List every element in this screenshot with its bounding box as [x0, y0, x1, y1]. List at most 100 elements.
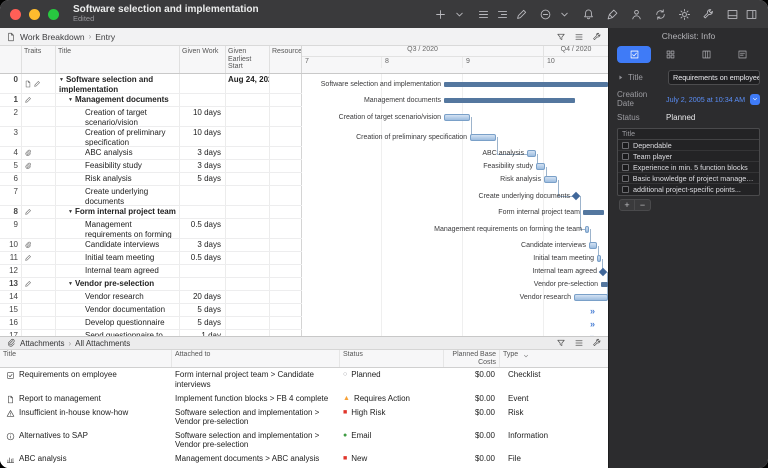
chevron-down-button[interactable]: [558, 8, 571, 21]
checkbox-unchecked[interactable]: [622, 142, 629, 149]
date-picker-button[interactable]: [750, 94, 760, 105]
minus-circle-button[interactable]: [539, 8, 552, 21]
brush-button[interactable]: [606, 8, 619, 21]
funnel-icon[interactable]: [556, 32, 566, 42]
rows-button[interactable]: [477, 8, 490, 21]
disclosure-triangle-icon[interactable]: ▼: [68, 98, 73, 104]
disclosure-triangle-icon[interactable]: ▼: [68, 282, 73, 288]
gantt-task-bar[interactable]: [470, 134, 496, 141]
chevron-down-icon[interactable]: [522, 352, 530, 360]
attach-col-type[interactable]: Type: [500, 350, 600, 367]
wbs-row-10[interactable]: 10Candidate interviews3 days: [0, 239, 302, 252]
wrench-icon[interactable]: [592, 32, 602, 42]
wbs-row-5[interactable]: 5Feasibility study3 days: [0, 160, 302, 173]
add-item-button[interactable]: +: [619, 199, 635, 211]
gantt-summary-bar[interactable]: [601, 282, 608, 287]
inspector-tab-note[interactable]: [726, 46, 760, 63]
checklist-item[interactable]: Basic knowledge of project management: [618, 173, 759, 184]
pencil-button[interactable]: [515, 8, 528, 21]
attachment-row[interactable]: Requirements on employeeForm internal pr…: [0, 368, 608, 391]
funnel-icon[interactable]: [556, 338, 566, 348]
checklist-item[interactable]: Team player: [618, 151, 759, 162]
attachment-row[interactable]: Insufficient in-house know-howSoftware s…: [0, 406, 608, 429]
breadcrumb-view[interactable]: Entry: [95, 32, 115, 42]
wbs-row-9[interactable]: 9Management requirements on forming the …: [0, 219, 302, 239]
minimize-button[interactable]: [29, 9, 40, 20]
col-header-title[interactable]: Title: [56, 46, 180, 73]
attachments-view[interactable]: All Attachments: [75, 339, 130, 348]
title-field-value[interactable]: Requirements on employee: [668, 70, 760, 85]
plus-button[interactable]: [434, 8, 447, 21]
attachments-path[interactable]: Attachments: [20, 339, 64, 348]
bell-button[interactable]: [582, 8, 595, 21]
gantt-task-bar[interactable]: [536, 163, 545, 170]
creation-date-value[interactable]: July 2, 2005 at 10:34 AM: [666, 95, 745, 104]
wbs-row-0[interactable]: 0▼Software selection and implementationA…: [0, 74, 302, 94]
indent-button[interactable]: [496, 8, 509, 21]
attachment-row[interactable]: Alternatives to SAPSoftware selection an…: [0, 429, 608, 452]
checklist-item[interactable]: additional project-specific points...: [618, 184, 759, 195]
wrench-button[interactable]: [702, 8, 715, 21]
wbs-row-7[interactable]: 7Create underlying documents: [0, 186, 302, 206]
wbs-row-13[interactable]: 13▼Vendor pre-selection: [0, 278, 302, 291]
disclosure-triangle-icon[interactable]: ▼: [68, 210, 73, 216]
gantt-milestone[interactable]: [599, 267, 607, 275]
panel-bottom-button[interactable]: [726, 8, 739, 21]
inspector-tab-columns[interactable]: [690, 46, 724, 63]
wbs-row-14[interactable]: 14Vendor research20 days: [0, 291, 302, 304]
wrench-icon[interactable]: [592, 338, 602, 348]
panel-right-button[interactable]: [745, 8, 758, 21]
attach-col-status[interactable]: Status: [340, 350, 444, 367]
gantt-task-bar[interactable]: [589, 242, 597, 249]
gantt-summary-bar[interactable]: [444, 82, 608, 87]
wbs-row-17[interactable]: 17Send questionnaire to pre-1 day: [0, 330, 302, 336]
gantt-task-bar[interactable]: [544, 176, 557, 183]
wbs-row-6[interactable]: 6Risk analysis5 days: [0, 173, 302, 186]
wbs-row-15[interactable]: 15Vendor documentation5 days: [0, 304, 302, 317]
attachment-row[interactable]: Report to managementImplement function b…: [0, 392, 608, 406]
attachment-row[interactable]: ABC analysisManagement documents > ABC a…: [0, 452, 608, 466]
wbs-row-8[interactable]: 8▼Form internal project team: [0, 206, 302, 219]
rows-icon[interactable]: [574, 338, 584, 348]
inspector-tab-checkbox[interactable]: [617, 46, 651, 63]
checkbox-unchecked[interactable]: [622, 164, 629, 171]
checkbox-unchecked[interactable]: [622, 175, 629, 182]
gantt-summary-bar[interactable]: [583, 210, 604, 215]
gantt-task-bar[interactable]: [597, 255, 601, 262]
col-header-given-work[interactable]: Given Work: [180, 46, 226, 73]
status-value[interactable]: Planned: [666, 113, 695, 122]
wbs-row-16[interactable]: 16Develop questionnaire5 days: [0, 317, 302, 330]
gear-button[interactable]: [678, 8, 691, 21]
wbs-row-3[interactable]: 3Creation of preliminary specification10…: [0, 127, 302, 147]
remove-item-button[interactable]: −: [635, 199, 651, 211]
col-header-given-earliest-start[interactable]: Given Earliest Start: [226, 46, 270, 73]
gantt-summary-bar[interactable]: [444, 98, 575, 103]
zoom-button[interactable]: [48, 9, 59, 20]
attach-col-attached-to[interactable]: Attached to: [172, 350, 340, 367]
gantt-milestone[interactable]: [572, 192, 580, 200]
checklist-item[interactable]: Experience in min. 5 function blocks: [618, 162, 759, 173]
disclosure-triangle-icon[interactable]: ▼: [59, 78, 64, 84]
gantt-task-bar[interactable]: [444, 114, 470, 121]
attach-col-title[interactable]: Title: [0, 350, 172, 367]
close-button[interactable]: [10, 9, 21, 20]
sync-button[interactable]: [654, 8, 667, 21]
wbs-row-12[interactable]: 12Internal team agreed: [0, 265, 302, 278]
wbs-row-1[interactable]: 1▼Management documents: [0, 94, 302, 107]
gantt-task-bar[interactable]: [527, 150, 536, 157]
wbs-row-4[interactable]: 4ABC analysis3 days: [0, 147, 302, 160]
wbs-row-11[interactable]: 11Initial team meeting0.5 days: [0, 252, 302, 265]
col-header-traits[interactable]: Traits: [22, 46, 56, 73]
triangle-right-icon[interactable]: [617, 74, 624, 81]
checkbox-unchecked[interactable]: [622, 186, 629, 193]
chevron-down-button[interactable]: [453, 8, 466, 21]
col-header-number[interactable]: [0, 46, 22, 73]
wbs-row-2[interactable]: 2Creation of target scenario/vision10 da…: [0, 107, 302, 127]
checkbox-unchecked[interactable]: [622, 153, 629, 160]
person-button[interactable]: [630, 8, 643, 21]
rows-icon[interactable]: [574, 32, 584, 42]
gantt-task-bar[interactable]: [585, 226, 589, 233]
col-header-resources[interactable]: Resources: [270, 46, 302, 73]
gantt-task-bar[interactable]: [574, 294, 608, 301]
inspector-tab-grid[interactable]: [653, 46, 687, 63]
